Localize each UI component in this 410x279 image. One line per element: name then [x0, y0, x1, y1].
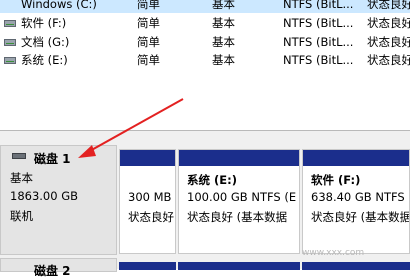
arrow-annotation-icon: [78, 98, 184, 158]
